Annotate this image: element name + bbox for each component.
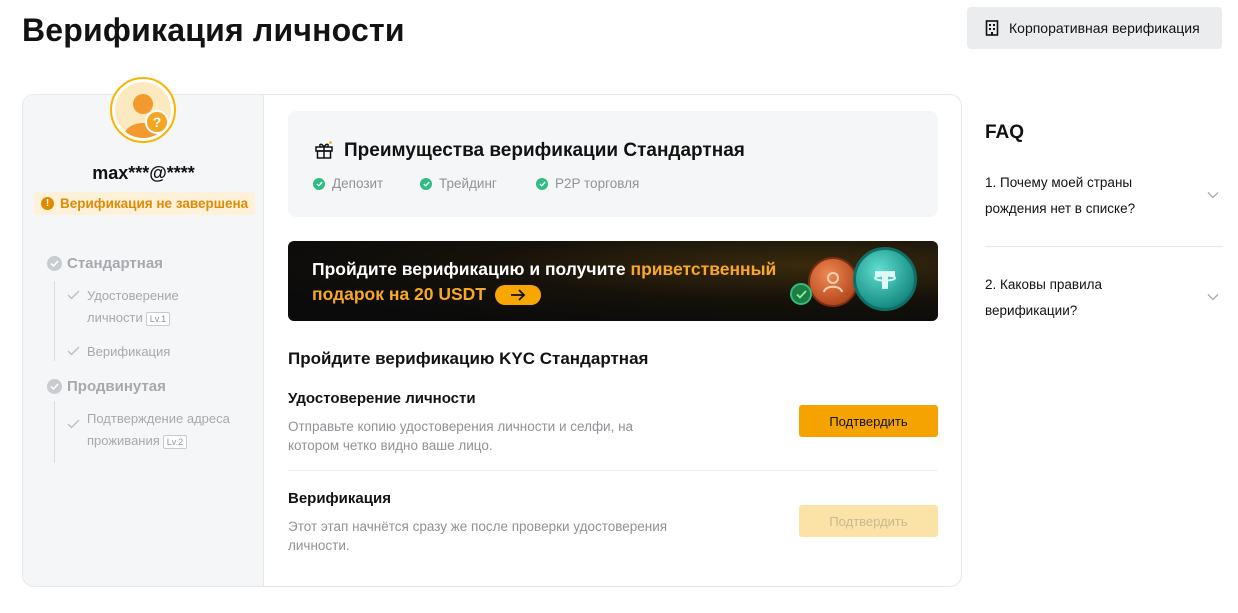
benefit-label: Трейдинг xyxy=(439,176,497,191)
confirm-verification-button: Подтвердить xyxy=(799,505,938,537)
step-address-proof: Подтверждение адреса проживания Lv.2 xyxy=(67,408,247,452)
benefit-p2p: P2P торговля xyxy=(536,176,639,191)
username: max***@**** xyxy=(92,163,195,183)
benefit-label: P2P торговля xyxy=(555,176,640,191)
promo-banner[interactable]: Пройдите верификацию и получите приветст… xyxy=(288,241,938,321)
verification-card: max***@**** ! Верификация не завершена С… xyxy=(22,94,962,587)
usdt-coin-icon xyxy=(853,247,917,311)
faq-title: FAQ xyxy=(985,122,1025,143)
divider xyxy=(288,470,938,471)
promo-text: Пройдите верификацию и получите приветст… xyxy=(312,257,792,307)
benefit-trading: Трейдинг xyxy=(420,176,497,191)
chevron-down-icon[interactable] xyxy=(1207,191,1219,199)
promo-text-main: Пройдите верификацию и получите xyxy=(312,259,631,279)
kyc-item-id-title: Удостоверение личности xyxy=(288,390,476,407)
level-connector xyxy=(54,281,55,361)
faq-item-2[interactable]: 2. Каковы правила верификации? xyxy=(985,272,1223,324)
user-coin-icon xyxy=(808,257,858,307)
warning-icon: ! xyxy=(41,197,54,210)
level-tag: Lv.2 xyxy=(162,434,188,449)
arrow-right-icon xyxy=(510,289,526,302)
question-badge-icon: ? xyxy=(145,110,169,134)
level-standard-label: Стандартная xyxy=(67,255,163,272)
avatar xyxy=(110,77,176,143)
corporate-verification-button[interactable]: Корпоративная верификация xyxy=(967,7,1222,49)
benefit-deposit: Депозит xyxy=(313,176,383,191)
level-advanced: Продвинутая xyxy=(47,378,166,395)
faq-divider xyxy=(985,246,1223,247)
faq-item-1[interactable]: 1. Почему моей страны рождения нет в спи… xyxy=(985,170,1223,222)
check-circle-icon xyxy=(536,177,548,190)
corporate-verification-label: Корпоративная верификация xyxy=(1009,20,1200,36)
status-label: Верификация не завершена xyxy=(60,196,249,211)
kyc-item-verification-description: Этот этап начнётся сразу же после провер… xyxy=(288,519,668,553)
faq-question: 1. Почему моей страны рождения нет в спи… xyxy=(985,175,1136,216)
level-connector xyxy=(54,401,55,463)
step-id-document: Удостоверение личности Lv.1 xyxy=(67,285,207,329)
kyc-section-title: Пройдите верификацию KYC Стандартная xyxy=(288,349,649,368)
status-badge: ! Верификация не завершена xyxy=(34,192,256,215)
verification-sidebar: max***@**** ! Верификация не завершена С… xyxy=(23,95,264,586)
confirm-id-button[interactable]: Подтвердить xyxy=(799,405,938,437)
check-circle-icon xyxy=(313,177,325,190)
check-circle-icon xyxy=(47,379,62,394)
check-icon xyxy=(67,341,81,363)
step-verification-label: Верификация xyxy=(87,344,171,359)
faq-question: 2. Каковы правила верификации? xyxy=(985,277,1102,318)
gift-icon xyxy=(314,140,334,160)
check-circle-icon xyxy=(47,256,62,271)
check-circle-icon xyxy=(420,177,432,190)
kyc-item-verification-title: Верификация xyxy=(288,490,391,507)
level-advanced-label: Продвинутая xyxy=(67,378,166,395)
benefits-title: Преимущества верификации Стандартная xyxy=(344,140,745,161)
check-icon xyxy=(67,285,81,307)
building-icon xyxy=(985,20,999,36)
benefits-panel: Преимущества верификации Стандартная Деп… xyxy=(288,111,938,217)
benefit-label: Депозит xyxy=(332,176,384,191)
page-title: Верификация личности xyxy=(22,12,405,48)
check-icon xyxy=(67,414,81,436)
kyc-item-id-description: Отправьте копию удостоверения личности и… xyxy=(288,419,634,453)
chevron-down-icon[interactable] xyxy=(1207,293,1219,301)
step-address-proof-label: Подтверждение адреса проживания xyxy=(87,411,230,448)
level-standard: Стандартная xyxy=(47,255,163,272)
promo-arrow-button[interactable] xyxy=(494,285,541,306)
level-tag: Lv.1 xyxy=(145,311,171,326)
step-verification: Верификация xyxy=(67,341,170,363)
check-badge-icon xyxy=(790,283,812,305)
